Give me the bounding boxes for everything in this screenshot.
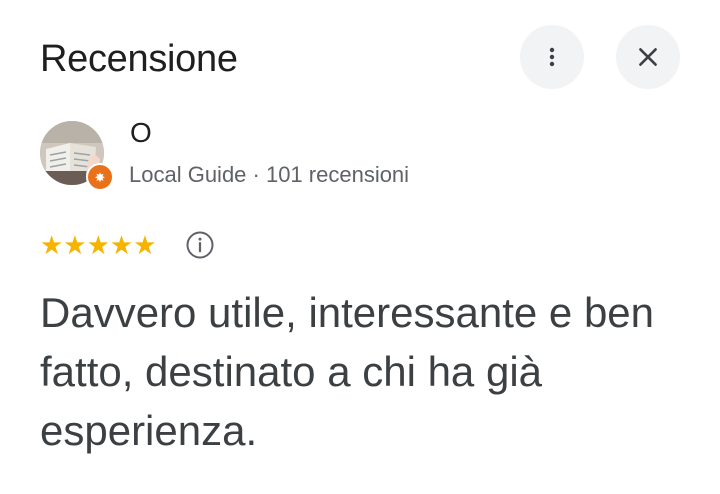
page-title: Recensione (40, 38, 238, 80)
more-vert-icon (549, 47, 555, 67)
reviewer-avatar-wrapper[interactable]: ✸ (40, 121, 114, 191)
reviewer-meta: Local Guide · 101 recensioni (129, 162, 410, 187)
close-button[interactable] (616, 25, 680, 89)
close-icon (639, 48, 657, 66)
local-guide-badge: ✸ (86, 163, 114, 191)
more-options-button[interactable] (520, 25, 584, 89)
local-guide-star-icon: ✸ (94, 169, 106, 185)
star-rating: ★★★★★ (40, 230, 157, 260)
review-text: Davvero utile, interessante e ben fatto,… (40, 289, 655, 454)
reviewer-name[interactable]: O (130, 117, 152, 149)
info-icon (186, 231, 214, 259)
info-button[interactable] (185, 230, 215, 265)
